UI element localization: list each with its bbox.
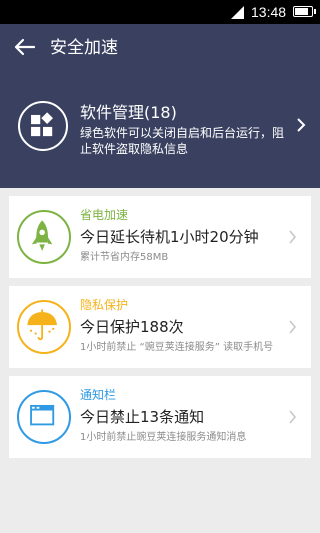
software-manager-title: 软件管理(18) — [80, 103, 177, 122]
rocket-icon — [17, 210, 71, 264]
software-manager-entry[interactable]: 软件管理(18) 绿色软件可以关闭自启和后台运行，阻止软件盗取隐私信息 — [0, 94, 320, 164]
card-detail: 累计节省内存58MB — [80, 252, 169, 263]
chevron-right-icon — [297, 118, 306, 132]
card-detail: 1小时前禁止 “豌豆荚连接服务” 读取手机号 — [80, 342, 274, 353]
card-headline: 今日延长待机1小时20分钟 — [80, 228, 259, 246]
card-category: 省电加速 — [80, 208, 129, 222]
chevron-right-icon — [289, 320, 297, 334]
page-title: 安全加速 — [50, 38, 118, 58]
chevron-right-icon — [289, 230, 297, 244]
notification-bar-card[interactable]: 通知栏 今日禁止13条通知 1小时前禁止豌豆荚连接服务通知消息 — [9, 376, 311, 458]
power-saving-card[interactable]: 省电加速 今日延长待机1小时20分钟 累计节省内存58MB — [9, 196, 311, 278]
card-category: 通知栏 — [80, 388, 117, 402]
software-manager-description: 绿色软件可以关闭自启和后台运行，阻止软件盗取隐私信息 — [80, 126, 285, 156]
header-panel: 安全加速 软件管理(18) 绿色软件可以关闭自启和后台运行，阻止软件盗取隐私信息 — [0, 24, 320, 188]
card-category: 隐私保护 — [80, 298, 129, 312]
card-detail: 1小时前禁止豌豆荚连接服务通知消息 — [80, 432, 247, 443]
umbrella-icon — [17, 300, 71, 354]
chevron-right-icon — [289, 410, 297, 424]
back-arrow-icon[interactable] — [14, 38, 36, 56]
apps-grid-icon — [18, 101, 68, 151]
status-bar: 13:48 — [0, 0, 320, 24]
notification-window-icon — [17, 390, 71, 444]
signal-icon — [231, 6, 244, 19]
privacy-protection-card[interactable]: 隐私保护 今日保护188次 1小时前禁止 “豌豆荚连接服务” 读取手机号 — [9, 286, 311, 368]
status-time: 13:48 — [251, 4, 287, 20]
card-headline: 今日保护188次 — [80, 318, 184, 336]
battery-icon — [293, 6, 316, 17]
card-headline: 今日禁止13条通知 — [80, 408, 205, 426]
